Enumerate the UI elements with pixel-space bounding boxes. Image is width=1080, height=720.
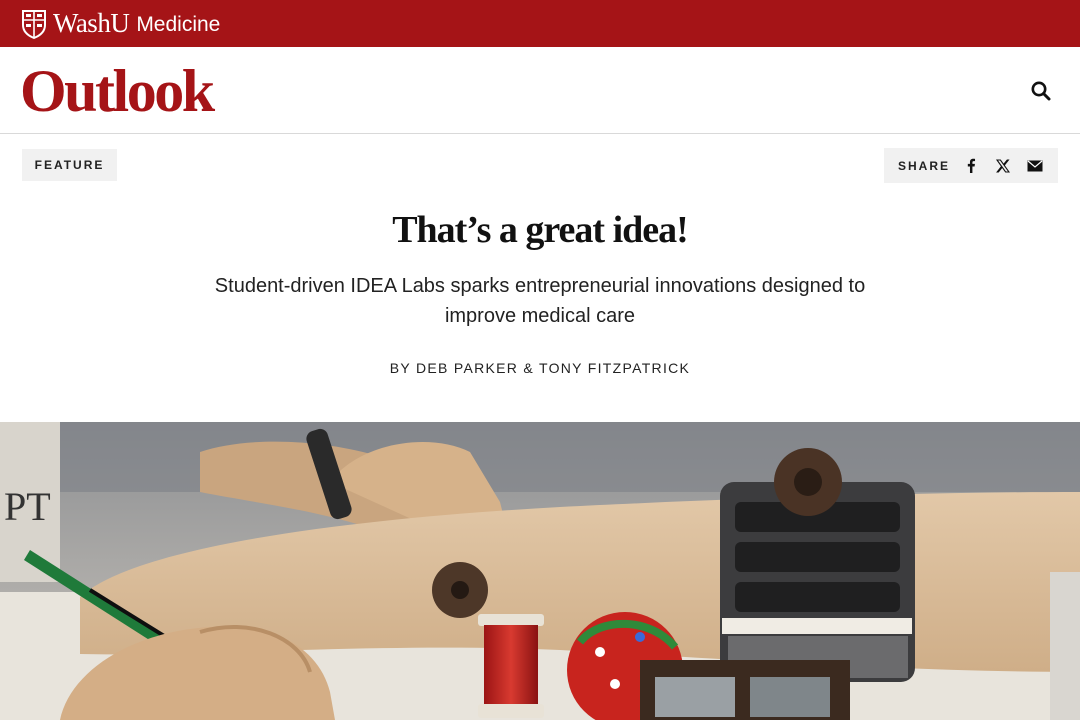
- washu-medicine-logo[interactable]: WashU Medicine: [21, 8, 220, 39]
- facebook-icon: [967, 158, 976, 173]
- publication-logo[interactable]: Outlook: [20, 56, 215, 126]
- shield-icon: [22, 9, 46, 39]
- share-email-button[interactable]: [1026, 157, 1044, 175]
- hero-sign-text: PT: [4, 484, 51, 529]
- brand-sub-text: Medicine: [136, 13, 221, 36]
- brand-main-text: WashU: [53, 8, 130, 38]
- article-title: That’s a great idea!: [392, 209, 689, 251]
- article-byline: BY DEB PARKER & TONY FITZPATRICK: [389, 360, 691, 376]
- search-button[interactable]: [1028, 78, 1054, 104]
- hero-photo-illustration: PT: [0, 422, 1080, 720]
- article-dek: Student-driven IDEA Labs sparks entrepre…: [214, 275, 866, 327]
- x-icon: [996, 158, 1011, 173]
- email-icon: [1027, 160, 1043, 171]
- masthead: Outlook: [0, 47, 1080, 134]
- share-facebook-button[interactable]: [962, 157, 980, 175]
- hero-image: PT: [0, 422, 1080, 720]
- category-tag[interactable]: FEATURE: [22, 149, 117, 181]
- top-brand-bar: WashU Medicine: [0, 0, 1080, 47]
- share-bar: SHARE: [884, 148, 1058, 183]
- share-x-button[interactable]: [994, 157, 1012, 175]
- search-icon: [1031, 81, 1051, 101]
- share-label: SHARE: [898, 158, 951, 173]
